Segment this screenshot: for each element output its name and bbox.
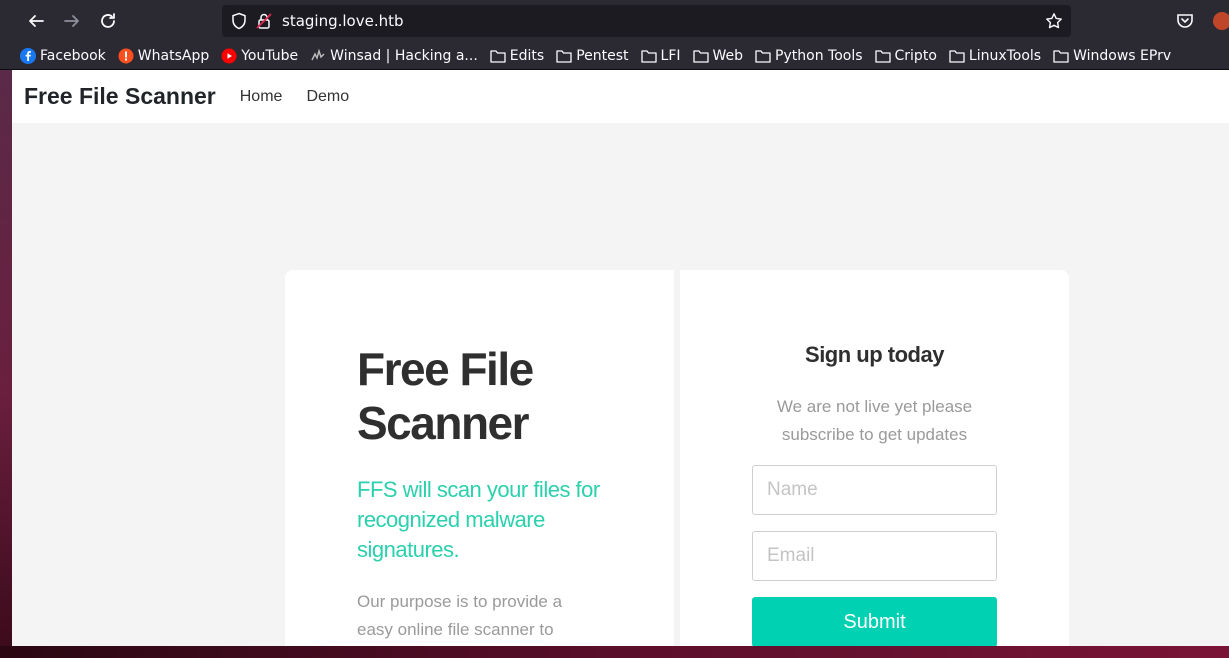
bookmark-label: Pentest xyxy=(576,47,629,64)
folder-icon xyxy=(556,48,572,64)
arrow-left-icon xyxy=(29,15,44,27)
reload-icon xyxy=(101,13,115,28)
browser-toolbar: staging.love.htb xyxy=(0,0,1229,42)
desktop-wallpaper xyxy=(0,70,12,658)
pocket-icon[interactable] xyxy=(1176,12,1194,30)
submit-button[interactable]: Submit xyxy=(752,597,997,646)
bookmark-label: Web xyxy=(712,47,744,64)
bookmark-folder-lfi[interactable]: LFI xyxy=(640,47,681,64)
winsad-icon xyxy=(310,47,326,64)
whatsapp-icon xyxy=(118,48,134,64)
bookmarks-bar: Facebook WhatsApp YouTube Winsad | Hacki… xyxy=(0,42,1229,70)
site-navbar: Free File Scanner Home Demo xyxy=(12,70,1229,123)
arrow-right-icon xyxy=(64,15,79,27)
bookmark-label: Edits xyxy=(509,47,545,64)
email-field[interactable] xyxy=(752,531,997,581)
signup-description: We are not live yet please subscribe to … xyxy=(776,397,973,444)
bookmark-folder-web[interactable]: Web xyxy=(692,47,744,64)
site-brand[interactable]: Free File Scanner xyxy=(24,83,216,110)
bookmark-folder-windows-eprv[interactable]: Windows EPrv xyxy=(1053,48,1171,64)
bookmark-winsad[interactable]: Winsad | Hacking a... xyxy=(310,48,478,64)
forward-button[interactable] xyxy=(54,3,90,39)
bookmark-folder-linuxtools[interactable]: LinuxTools xyxy=(949,48,1041,64)
hero-body-text: Our purpose is to provide a easy online … xyxy=(357,592,563,639)
folder-icon xyxy=(874,48,891,64)
url-bar[interactable]: staging.love.htb xyxy=(222,5,1071,37)
back-button[interactable] xyxy=(18,3,54,39)
folder-icon xyxy=(490,48,506,64)
hero-title: Free File Scanner xyxy=(357,343,534,449)
bookmark-folder-edits[interactable]: Edits xyxy=(490,48,544,64)
bookmark-youtube[interactable]: YouTube xyxy=(221,48,298,64)
signup-card: Sign up today We are not live yet please… xyxy=(680,270,1069,646)
bookmark-label: Python Tools xyxy=(775,47,863,64)
folder-icon xyxy=(949,48,965,64)
hero-card: Free File Scanner FFS will scan your fil… xyxy=(285,270,674,646)
extension-icon[interactable] xyxy=(1213,12,1229,30)
reload-button[interactable] xyxy=(90,3,126,39)
insecure-lock-icon[interactable] xyxy=(256,12,272,30)
bookmark-star-icon[interactable] xyxy=(1045,12,1063,30)
bookmark-facebook[interactable]: Facebook xyxy=(20,47,106,64)
bookmark-label: WhatsApp xyxy=(137,47,210,64)
desktop-wallpaper-bottom xyxy=(0,646,1229,658)
folder-icon xyxy=(755,48,771,64)
nav-link-home[interactable]: Home xyxy=(240,88,283,106)
bookmark-whatsapp[interactable]: WhatsApp xyxy=(118,48,209,64)
folder-icon xyxy=(640,48,657,64)
bookmark-folder-python-tools[interactable]: Python Tools xyxy=(755,47,863,64)
folder-icon xyxy=(1053,48,1069,64)
bookmark-label: Cripto xyxy=(894,47,937,64)
bookmark-label: LinuxTools xyxy=(968,47,1042,64)
bookmark-folder-cripto[interactable]: Cripto xyxy=(874,47,937,64)
bookmark-label: Windows EPrv xyxy=(1073,47,1172,64)
nav-link-demo[interactable]: Demo xyxy=(306,88,349,106)
hero-subtitle: FFS will scan your files for recognized … xyxy=(357,477,600,562)
bookmark-folder-pentest[interactable]: Pentest xyxy=(556,47,629,64)
folder-icon xyxy=(692,48,709,64)
bookmark-label: YouTube xyxy=(241,47,299,64)
bookmark-label: Winsad | Hacking a... xyxy=(330,47,478,64)
bookmark-label: LFI xyxy=(660,47,681,64)
bookmark-label: Facebook xyxy=(40,47,106,64)
facebook-icon xyxy=(20,47,36,64)
url-text[interactable]: staging.love.htb xyxy=(282,12,404,30)
name-field[interactable] xyxy=(752,465,997,515)
youtube-icon xyxy=(221,48,237,64)
signup-title: Sign up today xyxy=(805,342,944,367)
shield-icon[interactable] xyxy=(230,12,248,30)
web-page: Free File Scanner Home Demo Free File Sc… xyxy=(12,70,1229,646)
